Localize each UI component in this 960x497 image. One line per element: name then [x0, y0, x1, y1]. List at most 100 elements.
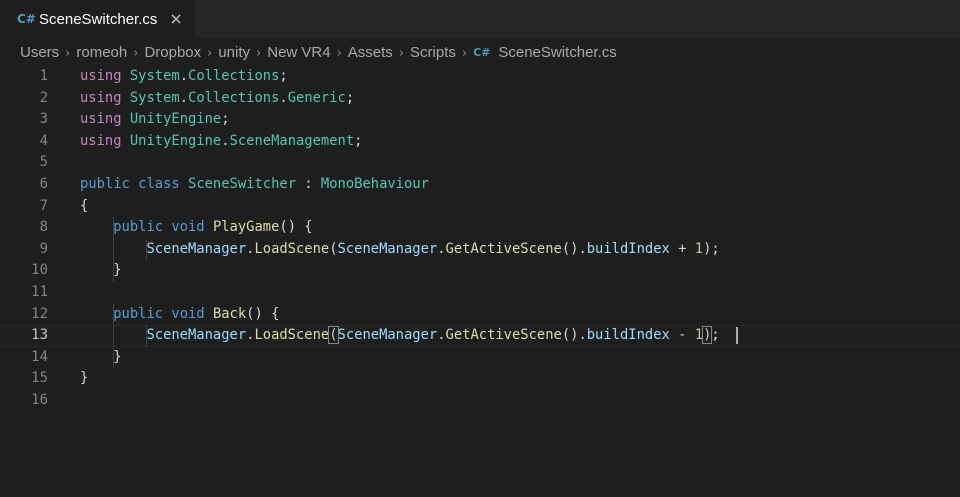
code-token: ;: [279, 68, 288, 84]
line-number: 7: [39, 197, 48, 214]
line-number: 11: [31, 283, 48, 300]
code-token: System: [129, 89, 180, 106]
breadcrumb-file[interactable]: SceneSwitcher.cs: [498, 44, 616, 61]
chevron-right-icon: ›: [398, 45, 405, 61]
code-token: LoadScene: [254, 327, 330, 344]
breadcrumb-segment[interactable]: Users: [20, 44, 59, 61]
code-token: MonoBehaviour: [320, 175, 429, 192]
code-token: .: [221, 132, 230, 149]
code-line[interactable]: 10 }: [0, 260, 960, 282]
chevron-right-icon: ›: [207, 45, 213, 61]
code-token: SceneManager: [337, 240, 438, 257]
code-token: LoadScene: [254, 240, 330, 257]
code-line[interactable]: 5: [0, 152, 960, 174]
code-line[interactable]: 14 }: [0, 346, 960, 369]
breadcrumb: Users › romeoh › Dropbox › unity › New VR4 › Asset…: [0, 38, 960, 66]
line-number: 5: [39, 154, 48, 171]
chevron-right-icon: ›: [256, 45, 262, 61]
code-line[interactable]: 1 using System.Collections;: [0, 66, 960, 88]
code-token: (: [328, 326, 339, 345]
breadcrumb-segment[interactable]: unity: [218, 44, 250, 61]
line-number: 12: [31, 305, 48, 322]
code-token: }: [80, 348, 122, 365]
code-token: 1: [694, 327, 704, 344]
code-token: public: [80, 175, 130, 192]
code-token: .: [437, 327, 446, 344]
code-token: SceneManager: [146, 240, 247, 257]
code-token: );: [703, 240, 720, 257]
code-token: GetActiveScene: [445, 240, 562, 257]
breadcrumb-segment[interactable]: Assets: [348, 44, 393, 61]
code-token: ().: [561, 240, 587, 257]
code-token: :: [296, 175, 321, 192]
breadcrumb-segment[interactable]: Scripts: [410, 44, 456, 61]
code-token: buildIndex: [586, 240, 670, 257]
breadcrumb-segment[interactable]: New VR4: [267, 44, 330, 61]
code-token: GetActiveScene: [445, 327, 562, 344]
code-token: using: [80, 132, 122, 149]
code-line[interactable]: 7{: [0, 196, 960, 218]
code-token: Collections: [188, 89, 280, 106]
code-text: SceneManager.LoadScene(SceneManager.GetA…: [80, 325, 720, 347]
code-token: () {: [246, 305, 280, 322]
breadcrumb-segment[interactable]: Dropbox: [144, 44, 201, 61]
code-line[interactable]: 13 SceneManager.LoadScene(SceneManager.G…: [0, 325, 960, 347]
chevron-right-icon: ›: [461, 45, 468, 61]
code-token: SceneManagement: [229, 132, 355, 149]
code-token: }: [80, 370, 89, 387]
chevron-right-icon: ›: [133, 45, 139, 61]
code-token: (: [329, 240, 338, 257]
close-icon[interactable]: ×: [169, 11, 182, 27]
code-line[interactable]: 16: [0, 390, 960, 412]
code-text: }: [80, 260, 121, 282]
code-token: Back: [212, 305, 247, 322]
code-text: {: [80, 196, 88, 218]
line-number: 16: [31, 391, 48, 408]
code-token: PlayGame: [212, 219, 280, 236]
code-token: public: [113, 305, 164, 322]
tab-sceneswitcher[interactable]: C# SceneSwitcher.cs ×: [0, 0, 195, 38]
line-number: 6: [39, 175, 48, 192]
line-number: 3: [39, 111, 48, 128]
code-line[interactable]: 3 using UnityEngine;: [0, 109, 960, 131]
code-token: class: [138, 175, 180, 192]
line-number: 2: [39, 89, 48, 106]
code-token: void: [171, 305, 205, 322]
code-token: -: [669, 327, 695, 344]
code-line[interactable]: 15}: [0, 368, 960, 390]
code-line[interactable]: 9 SceneManager.LoadScene(SceneManager.Ge…: [0, 238, 960, 261]
code-line[interactable]: 11: [0, 282, 960, 304]
line-number: 14: [31, 348, 48, 365]
code-text: using System.Collections;: [80, 66, 288, 88]
chevron-right-icon: ›: [336, 45, 342, 61]
code-line[interactable]: 12 public void Back() {: [0, 303, 960, 326]
code-text: }: [80, 368, 88, 390]
code-line[interactable]: 4 using UnityEngine.SceneManagement;: [0, 131, 960, 153]
code-line[interactable]: 8 public void PlayGame() {: [0, 217, 960, 239]
breadcrumb-segment[interactable]: romeoh: [76, 44, 127, 61]
code-token: Generic: [287, 89, 346, 106]
code-token: void: [171, 219, 205, 236]
code-token: using: [80, 111, 122, 128]
code-token: SceneManager: [146, 327, 247, 344]
code-token: 1: [694, 240, 704, 257]
code-editor[interactable]: 1 using System.Collections; 2 using System.…: [0, 66, 960, 497]
code-token: () {: [279, 219, 313, 236]
line-number: 8: [39, 219, 48, 236]
code-text: using UnityEngine.SceneManagement;: [80, 131, 362, 153]
code-token: .: [279, 89, 288, 106]
code-token: .: [179, 89, 189, 106]
code-text: }: [80, 347, 122, 369]
code-line[interactable]: 6 public class SceneSwitcher : MonoBehavi…: [0, 174, 960, 196]
code-line[interactable]: 2 using System.Collections.Generic;: [0, 88, 960, 110]
